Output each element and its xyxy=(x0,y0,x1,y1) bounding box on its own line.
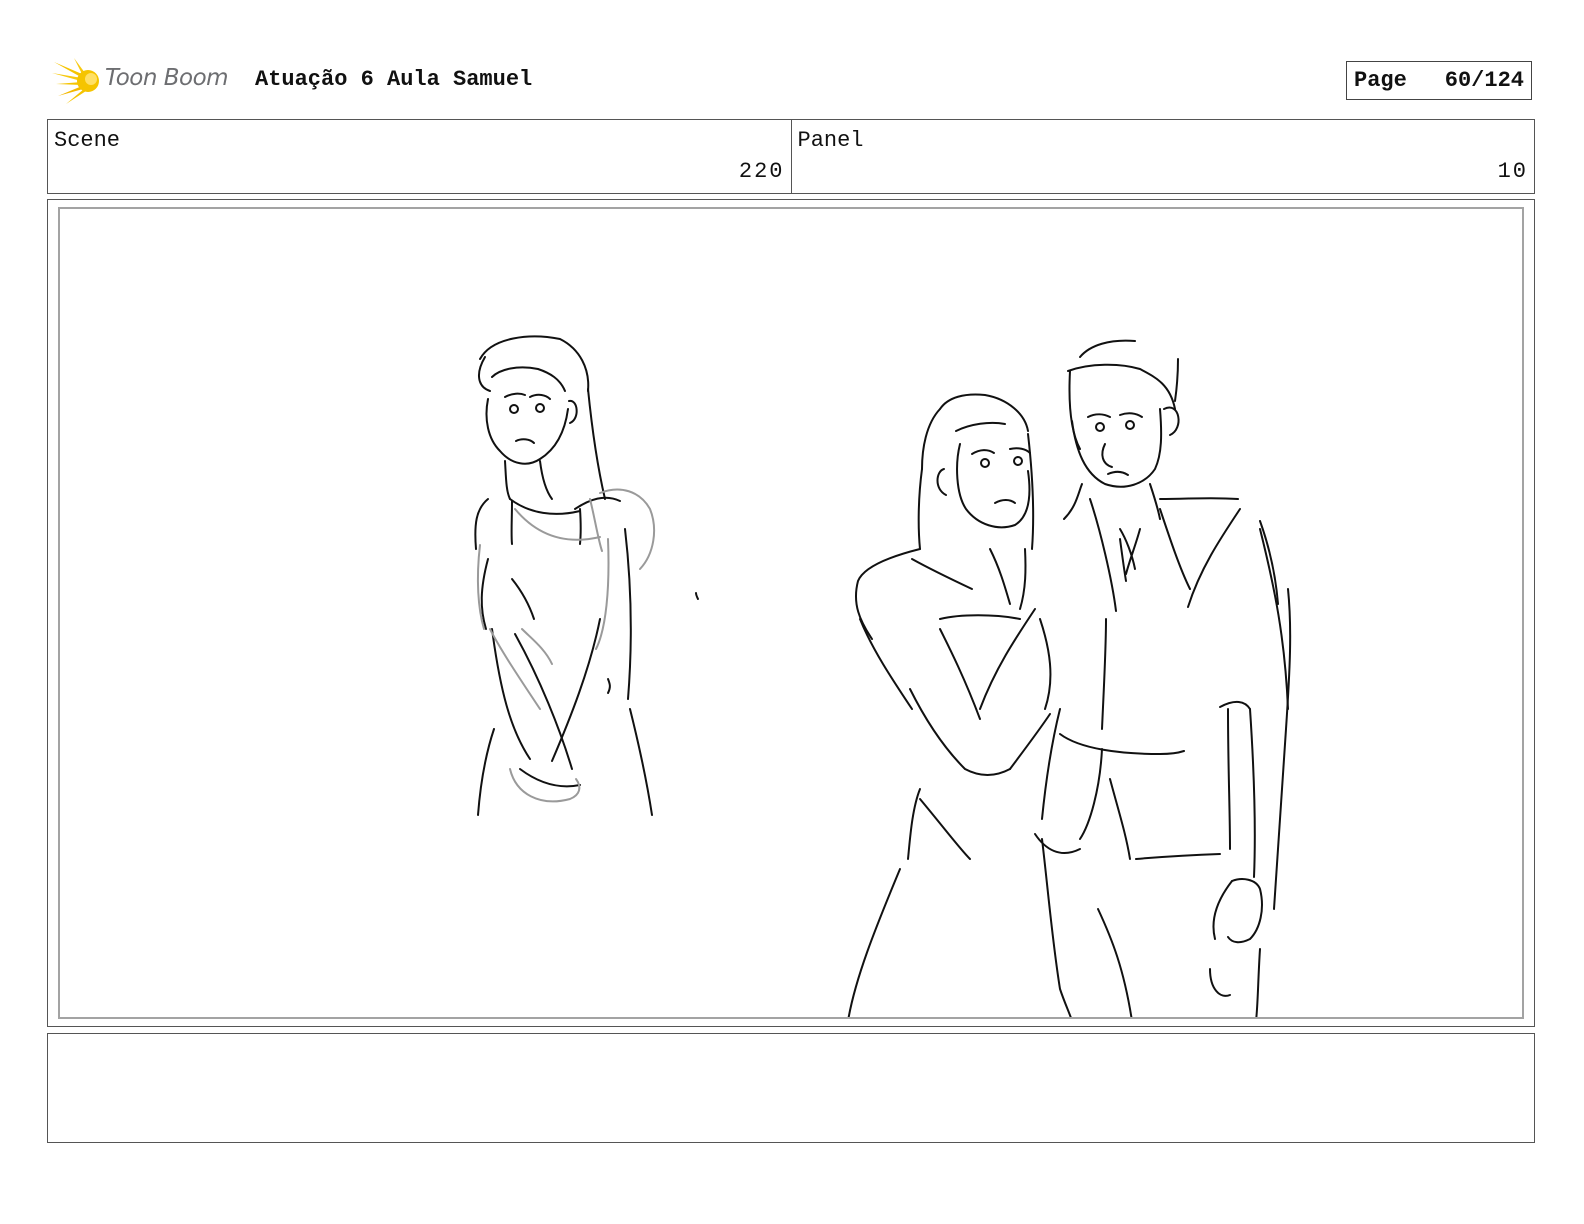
storyboard-header: Toon Boom Atuação 6 Aula Samuel xyxy=(52,56,1532,106)
page-label: Page xyxy=(1354,68,1407,93)
toon-boom-logo: Toon Boom xyxy=(52,56,242,106)
scene-number: 220 xyxy=(738,159,785,184)
logo-wordmark: Toon Boom xyxy=(105,65,229,91)
storyboard-frame xyxy=(47,199,1535,1027)
page-number: 60/124 xyxy=(1444,68,1524,93)
sketch-left-woman xyxy=(474,335,699,816)
panel-label: Panel xyxy=(797,128,864,153)
page-indicator: Page 60/124 xyxy=(1346,61,1532,100)
panel-notes xyxy=(47,1033,1535,1143)
scene-label: Scene xyxy=(54,128,121,153)
sketch-drawing xyxy=(474,335,1292,1017)
project-title: Atuação 6 Aula Samuel xyxy=(255,67,533,92)
drawing-area xyxy=(58,207,1524,1019)
scene-panel-info: Scene 220 Panel 10 xyxy=(47,119,1535,194)
sketch-middle-woman xyxy=(847,393,1052,1017)
sketch-right-man xyxy=(1034,339,1292,1017)
panel-number: 10 xyxy=(1497,159,1528,184)
panel-cell: Panel 10 xyxy=(790,120,1535,193)
starburst-logo-icon xyxy=(52,58,99,104)
scene-cell: Scene 220 xyxy=(48,120,791,193)
